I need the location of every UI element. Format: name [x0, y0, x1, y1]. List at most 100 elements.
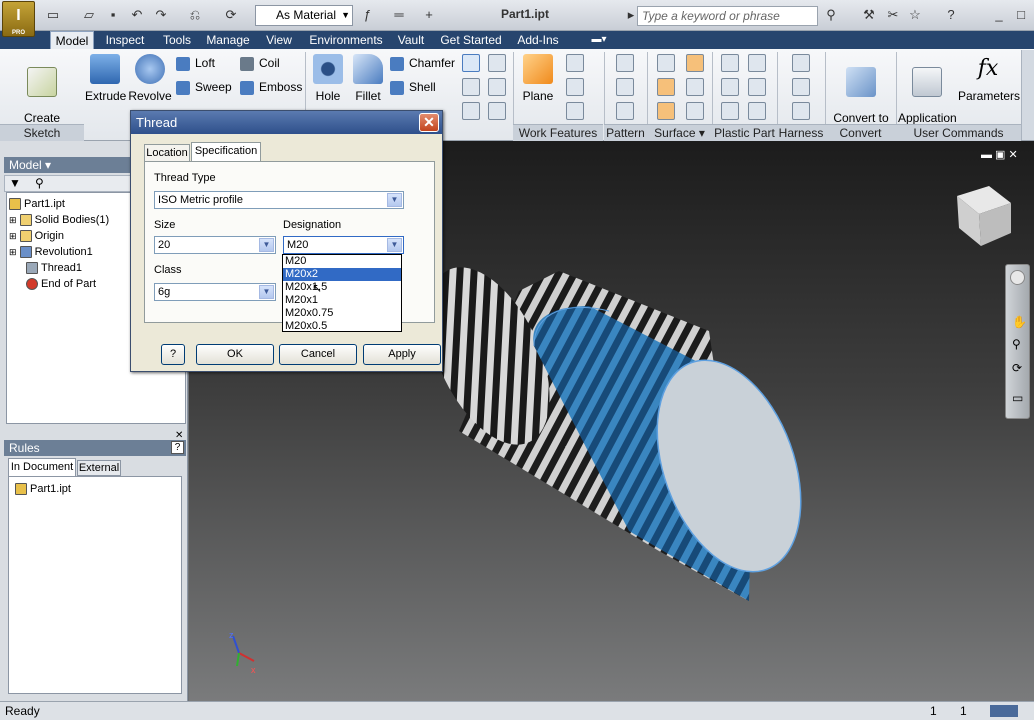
- ucs-icon[interactable]: [566, 102, 584, 120]
- pan-icon[interactable]: ✋: [1012, 315, 1027, 329]
- rest-icon[interactable]: [748, 78, 766, 96]
- close-icon[interactable]: ✕: [419, 113, 439, 132]
- tab-model[interactable]: Model: [50, 31, 94, 49]
- boss-icon[interactable]: [721, 78, 739, 96]
- split-icon[interactable]: [488, 54, 506, 72]
- tree-node-thread1[interactable]: Thread1: [26, 261, 82, 275]
- tab-external[interactable]: External: [77, 460, 121, 476]
- circular-pattern-icon[interactable]: [616, 78, 634, 96]
- tree-node-end-of-part[interactable]: End of Part: [26, 277, 96, 291]
- tools-icon[interactable]: ✂: [884, 6, 902, 24]
- size-select[interactable]: 20 ▼: [154, 236, 276, 254]
- lip-icon[interactable]: [748, 102, 766, 120]
- material-selector[interactable]: As Material ▼: [255, 5, 353, 26]
- tree-node-revolution1[interactable]: ⊞ Revolution1: [9, 245, 93, 259]
- star-icon[interactable]: ☆: [906, 6, 924, 24]
- harness-wire-icon[interactable]: [792, 78, 810, 96]
- look-at-icon[interactable]: ▭: [1012, 391, 1023, 405]
- help-icon[interactable]: ?: [942, 6, 960, 24]
- help-button[interactable]: ?: [161, 344, 185, 365]
- new-icon[interactable]: ▭: [44, 6, 62, 24]
- hole-button[interactable]: Hole: [310, 54, 346, 103]
- tab-add-ins[interactable]: Add-Ins: [512, 31, 564, 49]
- maximize-icon[interactable]: □: [1012, 6, 1030, 24]
- tab-in-document[interactable]: In Document: [8, 458, 76, 476]
- save-icon[interactable]: ▪: [104, 6, 122, 24]
- help-icon[interactable]: ?: [171, 441, 184, 454]
- mirror-icon[interactable]: [616, 102, 634, 120]
- designation-option[interactable]: M20x1.5: [283, 281, 401, 294]
- designation-option[interactable]: M20x0.75: [283, 307, 401, 320]
- harness-cable-icon[interactable]: [792, 102, 810, 120]
- harness-point-icon[interactable]: [792, 54, 810, 72]
- rules-item[interactable]: Part1.ipt: [15, 482, 71, 496]
- minimize-icon[interactable]: _: [990, 6, 1008, 24]
- tab-view[interactable]: View: [260, 31, 298, 49]
- filter-icon[interactable]: ▼: [9, 176, 21, 190]
- tree-node-solid-bodies[interactable]: ⊞ Solid Bodies(1): [9, 213, 109, 227]
- rule-fillet-icon[interactable]: [748, 54, 766, 72]
- emboss-button[interactable]: Emboss: [240, 79, 302, 97]
- fillet-button[interactable]: Fillet: [350, 54, 386, 103]
- undo-icon[interactable]: ↶: [128, 6, 146, 24]
- sweep-button[interactable]: Sweep: [176, 79, 232, 97]
- return-icon[interactable]: ⎌: [186, 6, 204, 24]
- tab-inspect[interactable]: Inspect: [100, 31, 150, 49]
- tab-environments[interactable]: Environments: [305, 31, 387, 49]
- ribbon-options-icon[interactable]: ▬▾: [584, 31, 614, 49]
- chamfer-button[interactable]: Chamfer: [390, 55, 455, 73]
- viewport-window-controls[interactable]: ▬ ▣ ✕: [981, 148, 1018, 161]
- tab-vault[interactable]: Vault: [392, 31, 430, 49]
- wrench-icon[interactable]: ⚒: [860, 6, 878, 24]
- designation-option[interactable]: M20x0.5: [283, 320, 401, 333]
- thread-icon[interactable]: [462, 54, 480, 72]
- stitch-icon[interactable]: [657, 54, 675, 72]
- fx-icon[interactable]: ƒ: [358, 6, 376, 24]
- plane-button[interactable]: Plane: [520, 54, 556, 103]
- cancel-button[interactable]: Cancel: [279, 344, 357, 365]
- update-icon[interactable]: ⟳: [222, 6, 240, 24]
- open-icon[interactable]: ▱: [80, 6, 98, 24]
- coil-button[interactable]: Coil: [240, 55, 280, 73]
- extend-icon[interactable]: [657, 102, 675, 120]
- extrude-button[interactable]: Extrude: [85, 54, 126, 103]
- navigation-bar[interactable]: ✋ ⚲ ⟳ ▭: [1005, 264, 1030, 419]
- steering-wheel-icon[interactable]: [1010, 270, 1025, 285]
- tab-tools[interactable]: Tools: [156, 31, 198, 49]
- ribbon-scroll[interactable]: [1021, 50, 1034, 140]
- shell-button[interactable]: Shell: [390, 79, 436, 97]
- redo-icon[interactable]: ↷: [152, 6, 170, 24]
- app-logo[interactable]: I PRO: [2, 1, 35, 37]
- ok-button[interactable]: OK: [196, 344, 274, 365]
- tab-specification[interactable]: Specification: [191, 142, 261, 162]
- apply-button[interactable]: Apply: [363, 344, 441, 365]
- view-cube[interactable]: [957, 186, 1011, 246]
- tab-get-started[interactable]: Get Started: [437, 31, 505, 49]
- loft-button[interactable]: Loft: [176, 55, 215, 73]
- designation-select[interactable]: M20 ▼: [283, 236, 404, 254]
- orbit-icon[interactable]: ⟳: [1012, 361, 1022, 375]
- designation-option[interactable]: M20x1: [283, 294, 401, 307]
- tree-node-part[interactable]: Part1.ipt: [9, 197, 65, 211]
- panel-surface[interactable]: Surface ▾: [647, 124, 712, 141]
- patch-icon[interactable]: [686, 54, 704, 72]
- designation-option[interactable]: M20x2: [283, 268, 401, 281]
- revolve-button[interactable]: Revolve: [128, 54, 172, 103]
- find-icon[interactable]: ⚲: [35, 176, 44, 190]
- thread-type-select[interactable]: ISO Metric profile ▼: [154, 191, 404, 209]
- line-weight-icon[interactable]: ═: [384, 6, 414, 24]
- combine-icon[interactable]: [488, 78, 506, 96]
- trim-icon[interactable]: [686, 78, 704, 96]
- thicken-icon[interactable]: [462, 102, 480, 120]
- move-face-icon[interactable]: [488, 102, 506, 120]
- rectangular-pattern-icon[interactable]: [616, 54, 634, 72]
- parameters-button[interactable]: fx Parameters: [958, 54, 1020, 103]
- axis-icon[interactable]: [566, 54, 584, 72]
- snap-fit-icon[interactable]: [721, 102, 739, 120]
- zoom-icon[interactable]: ⚲: [1012, 337, 1021, 351]
- point-icon[interactable]: [566, 78, 584, 96]
- sculpt-icon[interactable]: [657, 78, 675, 96]
- plus-icon[interactable]: +: [420, 6, 438, 24]
- binoculars-icon[interactable]: ⚲: [822, 6, 840, 24]
- draft-icon[interactable]: [462, 78, 480, 96]
